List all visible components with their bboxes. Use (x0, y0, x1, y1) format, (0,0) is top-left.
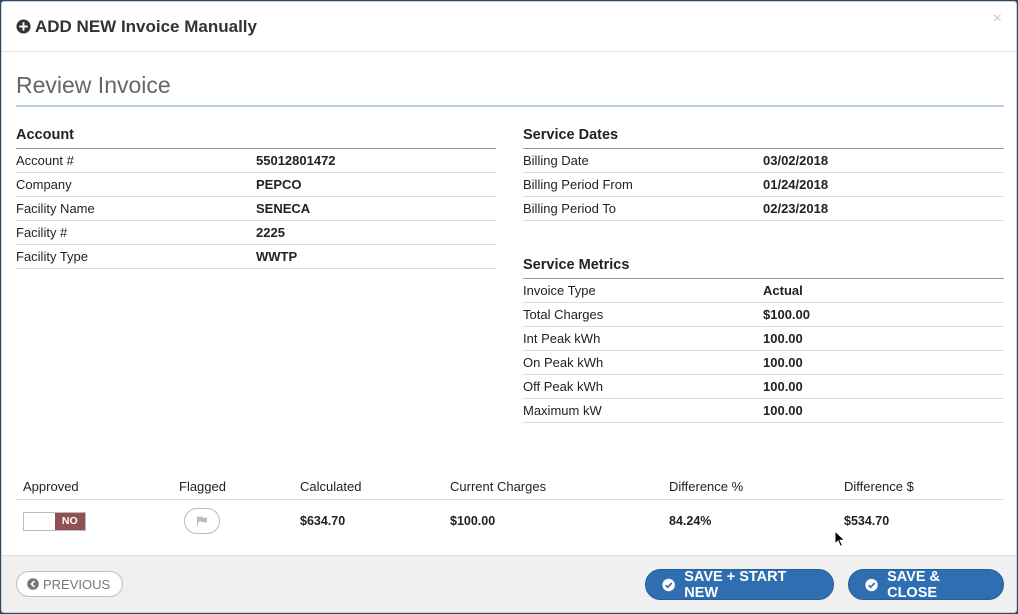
difference-usd-value: $534.70 (844, 514, 890, 528)
flag-button[interactable] (184, 508, 220, 534)
previous-button[interactable]: PREVIOUS (16, 571, 124, 597)
kv-row: Billing Period From 01/24/2018 (523, 173, 1004, 197)
row-label: Total Charges (523, 307, 604, 322)
kv-row: Company PEPCO (16, 173, 496, 197)
service-metrics-rows: Invoice Type Actual Total Charges $100.00 In… (523, 279, 1004, 423)
row-label: Billing Period To (523, 201, 616, 216)
toggle-no-label: NO (54, 512, 85, 530)
row-label: Company (16, 177, 72, 192)
difference-pct-header: Difference % (669, 479, 744, 494)
row-value: SENECA (256, 201, 311, 216)
account-rows: Account # 55012801472 Company PEPCO Facility… (16, 149, 496, 269)
row-value: 03/02/2018 (763, 153, 829, 168)
close-icon[interactable]: × (993, 10, 1002, 28)
service-dates-rows: Billing Date 03/02/2018 Billing Period Fro… (523, 149, 1004, 221)
add-invoice-modal: ADD NEW Invoice Manually × Review Invoic… (1, 1, 1017, 613)
row-label: Account # (16, 153, 74, 168)
summary-header-row: Approved Flagged Calculated Current Char… (16, 474, 1004, 500)
kv-row: Total Charges $100.00 (523, 303, 1004, 327)
kv-row: Invoice Type Actual (523, 279, 1004, 303)
row-label: Int Peak kWh (523, 331, 601, 346)
row-value: 100.00 (763, 379, 803, 394)
difference-pct-value: 84.24% (669, 514, 712, 528)
kv-row: Off Peak kWh 100.00 (523, 375, 1004, 399)
approved-header: Approved (23, 479, 79, 494)
row-value: WWTP (256, 249, 298, 264)
approved-toggle[interactable]: NO (23, 511, 86, 531)
kv-row: Billing Period To 02/23/2018 (523, 197, 1004, 221)
arrow-left-circle-icon (27, 578, 39, 590)
kv-row: Facility # 2225 (16, 221, 496, 245)
invoice-summary: Approved Flagged Calculated Current Char… (16, 474, 1004, 542)
kv-row: Facility Type WWTP (16, 245, 496, 269)
row-value: $100.00 (763, 307, 810, 322)
previous-label: PREVIOUS (43, 576, 111, 592)
row-value: Actual (763, 283, 803, 298)
mouse-cursor-icon (834, 530, 846, 548)
row-value: 2225 (256, 225, 285, 240)
row-value: 100.00 (763, 403, 803, 418)
row-value: 01/24/2018 (763, 177, 829, 192)
kv-row: Maximum kW 100.00 (523, 399, 1004, 423)
account-heading: Account (16, 127, 496, 149)
kv-row: Account # 55012801472 (16, 149, 496, 173)
row-label: Invoice Type (523, 283, 596, 298)
row-label: Billing Period From (523, 177, 633, 192)
toggle-off-side (24, 512, 55, 530)
row-value: PEPCO (256, 177, 302, 192)
calculated-header: Calculated (300, 479, 362, 494)
flagged-cell (179, 508, 300, 534)
kv-row: Int Peak kWh 100.00 (523, 327, 1004, 351)
review-invoice-title: Review Invoice (16, 72, 1004, 107)
modal-footer: PREVIOUS SAVE + START NEW SAVE & CLOSE (2, 555, 1016, 612)
flag-icon (197, 516, 207, 526)
row-value: 100.00 (763, 331, 803, 346)
service-metrics-section: Service Metrics Invoice Type Actual Total … (523, 257, 1004, 423)
row-label: Facility # (16, 225, 68, 240)
row-value: 100.00 (763, 355, 803, 370)
kv-row: On Peak kWh 100.00 (523, 351, 1004, 375)
save-start-new-label: SAVE + START NEW (684, 568, 787, 601)
current-charges-value: $100.00 (450, 514, 496, 528)
check-circle-icon (865, 578, 878, 591)
row-value: 55012801472 (256, 153, 336, 168)
row-label: On Peak kWh (523, 355, 604, 370)
account-section: Account Account # 55012801472 Company PEPCO… (16, 127, 496, 269)
service-dates-heading: Service Dates (523, 127, 1004, 149)
kv-row: Facility Name SENECA (16, 197, 496, 221)
difference-usd-header: Difference $ (844, 479, 914, 494)
plus-circle-icon (16, 19, 31, 34)
current-charges-header: Current Charges (450, 479, 547, 494)
service-metrics-heading: Service Metrics (523, 257, 1004, 279)
service-dates-section: Service Dates Billing Date 03/02/2018 Bill… (523, 127, 1004, 221)
row-value: 02/23/2018 (763, 201, 829, 216)
row-label: Facility Type (16, 249, 89, 264)
summary-values-row: NO $634.70 $100.00 84.24% $534.70 (16, 500, 1004, 542)
modal-header: ADD NEW Invoice Manually × (2, 2, 1016, 52)
row-label: Maximum kW (523, 403, 602, 418)
save-close-label: SAVE & CLOSE (887, 568, 941, 601)
modal-title: ADD NEW Invoice Manually (35, 16, 257, 36)
flagged-header: Flagged (179, 479, 226, 494)
row-label: Off Peak kWh (523, 379, 603, 394)
modal-title-wrap: ADD NEW Invoice Manually (16, 17, 257, 37)
row-label: Facility Name (16, 201, 95, 216)
kv-row: Billing Date 03/02/2018 (523, 149, 1004, 173)
approved-cell: NO (16, 511, 179, 531)
check-circle-icon (662, 578, 675, 591)
save-close-button[interactable]: SAVE & CLOSE (848, 568, 1004, 601)
save-start-new-button[interactable]: SAVE + START NEW (645, 568, 834, 601)
row-label: Billing Date (523, 153, 589, 168)
calculated-value: $634.70 (300, 514, 346, 528)
